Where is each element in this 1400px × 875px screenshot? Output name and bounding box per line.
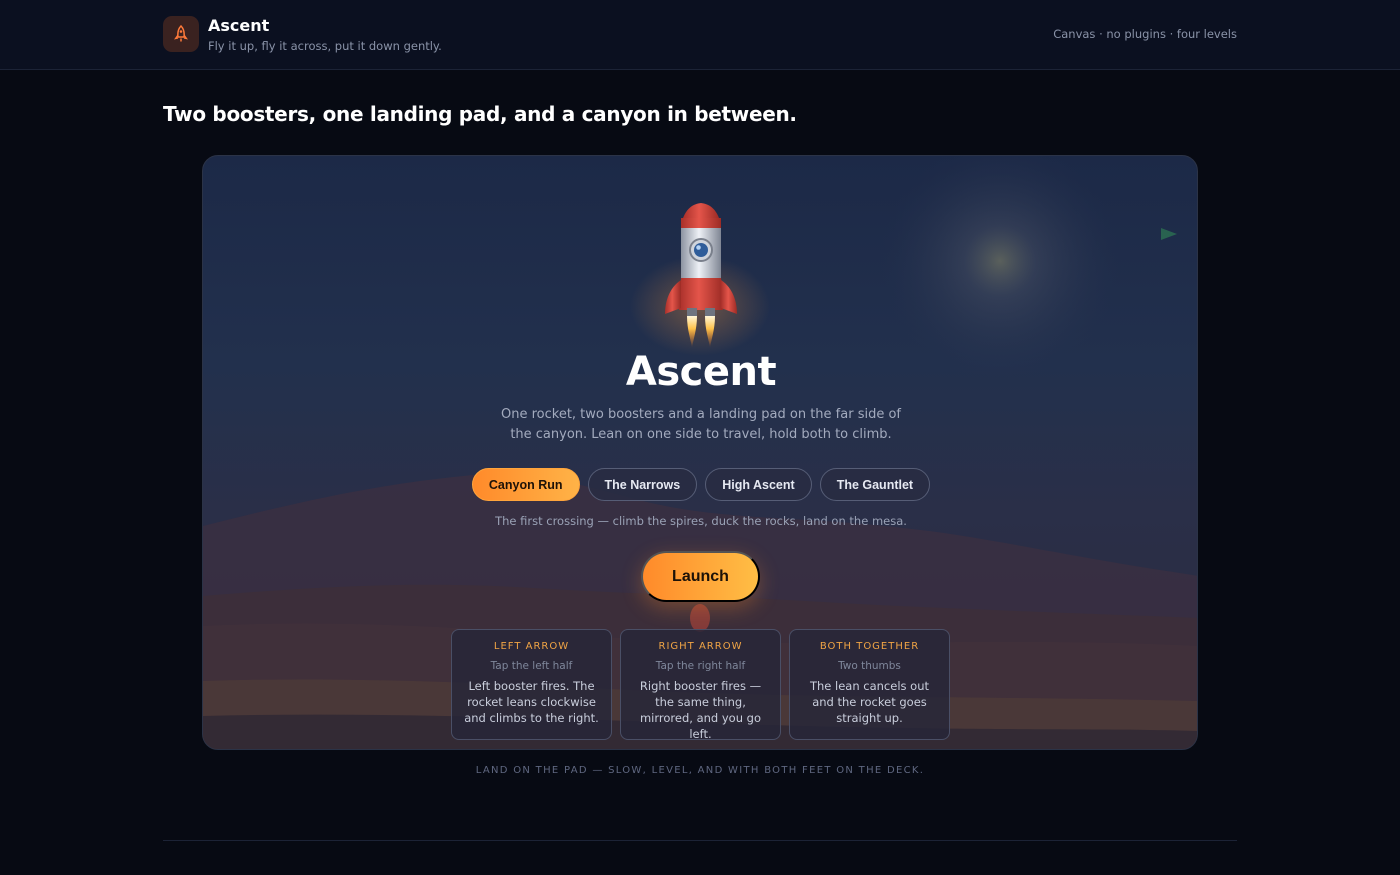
controls-help: LEFT ARROW Tap the left half Left booste… <box>451 629 950 741</box>
level-high-ascent-button[interactable]: High Ascent <box>705 468 812 501</box>
level-the-gauntlet-button[interactable]: The Gauntlet <box>819 468 931 501</box>
control-card-right: RIGHT ARROW Tap the right half Right boo… <box>620 629 781 741</box>
control-card-left: LEFT ARROW Tap the left half Left booste… <box>451 629 612 740</box>
app-tagline: Fly it up, fly it across, put it down ge… <box>208 39 442 53</box>
level-description: The first crossing — climb the spires, d… <box>495 514 907 528</box>
page-headline: Two boosters, one landing pad, and a can… <box>163 102 797 126</box>
control-key: BOTH TOGETHER <box>819 641 920 652</box>
level-selector: Canyon Run The Narrows High Ascent The G… <box>203 468 1197 501</box>
game-canvas[interactable]: Ascent One rocket, two boosters and a la… <box>202 155 1198 750</box>
game-title: Ascent <box>625 349 777 395</box>
control-card-both: BOTH TOGETHER Two thumbs The lean cancel… <box>789 629 950 740</box>
app-name: Ascent <box>208 16 270 35</box>
control-text: Right booster fires — the same thing, mi… <box>639 679 762 741</box>
divider <box>163 840 1237 841</box>
header-meta: Canvas · no plugins · four levels <box>1053 27 1237 41</box>
launch-button[interactable]: Launch <box>641 551 760 602</box>
control-touch: Two thumbs <box>838 660 901 672</box>
control-key: LEFT ARROW <box>493 641 570 652</box>
game-description: One rocket, two boosters and a landing p… <box>501 407 901 442</box>
control-key: RIGHT ARROW <box>658 641 743 652</box>
level-canyon-run-button[interactable]: Canyon Run <box>471 468 580 501</box>
control-touch: Tap the left half <box>490 660 573 672</box>
rocket-icon <box>163 16 199 52</box>
control-text: Left booster fires. The rocket leans clo… <box>464 679 599 725</box>
footer-note: LAND ON THE PAD — SLOW, LEVEL, AND WITH … <box>475 765 925 776</box>
rocket-sprite <box>665 203 737 348</box>
control-touch: Tap the right half <box>655 660 746 672</box>
top-bar: Ascent Fly it up, fly it across, put it … <box>0 0 1400 70</box>
control-text: The lean cancels out and the rocket goes… <box>809 679 930 725</box>
level-the-narrows-button[interactable]: The Narrows <box>587 468 698 501</box>
